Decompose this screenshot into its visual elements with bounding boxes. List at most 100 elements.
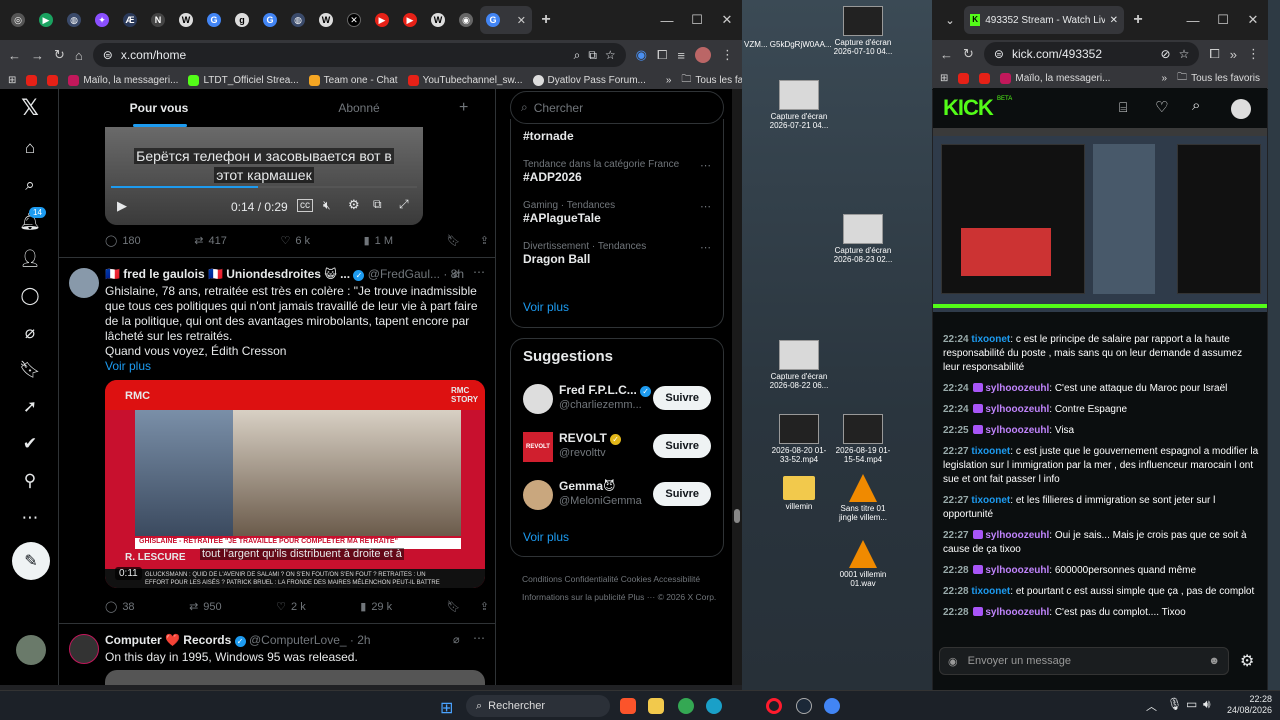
maximize-button[interactable]: ☐ [682,12,712,28]
follow-button[interactable]: Suivre [653,482,711,506]
new-tab-button[interactable]: + [532,6,560,34]
back-icon[interactable]: ← [8,48,21,63]
desktop-vlc-file[interactable]: Sans titre 01 jingle villem... [832,474,894,522]
reply-button[interactable]: ◯ 180 [105,234,141,248]
grok-icon[interactable]: ⌀ [453,267,460,280]
file-explorer-icon[interactable] [648,698,664,714]
post3-time[interactable]: · 2h [350,633,371,647]
post3-author[interactable]: Computer ❤️ Records [105,633,231,647]
messages-nav-icon[interactable]: ◯ [19,285,41,307]
apps-icon[interactable]: ⊞ [8,75,16,86]
post-2[interactable]: 🇫🇷 fred le gaulois 🇫🇷 Uniondesdroites 😺 … [59,258,495,618]
trends-show-more[interactable]: Voir plus [523,300,569,314]
opera-icon[interactable] [766,698,782,714]
apps-icon[interactable]: ⊞ [940,73,948,84]
grok-icon[interactable]: ⌀ [453,633,460,646]
post2-handle[interactable]: @FredGaul... [368,267,440,281]
forward-icon[interactable]: → [31,48,44,63]
post2-more-icon[interactable]: ⋯ [473,265,485,279]
tab-11[interactable]: ◍ [284,6,312,34]
share-icon[interactable]: ⇪ [480,600,489,613]
views-button[interactable]: ▮ 1 M [364,234,393,248]
close-window-button[interactable]: ✕ [712,12,742,28]
address-bar[interactable]: ⊜ kick.com/493352 ⊘ ☆ [983,42,1200,66]
desktop-folder[interactable]: villemin [768,476,830,511]
verified-nav-icon[interactable]: ✔ [19,433,41,455]
tab-15[interactable]: ▶ [396,6,424,34]
compose-post-button[interactable]: ✎ [12,542,50,580]
puzzle-icon[interactable]: ⧠ [1209,46,1219,62]
bookmark-icon[interactable]: 🔖︎ [447,234,461,247]
trend-more-icon[interactable]: ⋯ [700,159,711,172]
edge-icon[interactable] [706,698,722,714]
taskbar-search[interactable]: ⌕ Rechercher [466,695,610,717]
tab-13[interactable]: ✕ [340,6,368,34]
tab-list-icon[interactable]: ⌄ [936,6,964,34]
all-bookmarks-folder[interactable]: 🗀Tous les favoris [681,72,742,89]
tab-2[interactable]: ▶ [32,6,60,34]
close-tab-icon[interactable]: ✕ [1110,15,1118,26]
chat-username[interactable]: tixoonet [971,334,1010,345]
page-scrollbar[interactable] [732,89,742,685]
suggestion-1[interactable]: Fred F.P.L.C... ✓ @charliezemm... Suivre [511,382,723,422]
microphone-icon[interactable]: 🎙︎ [1167,697,1182,711]
extension-icon[interactable]: ◉ [636,47,647,63]
tab-1[interactable]: ◎ [4,6,32,34]
zoom-icon[interactable]: ⌕ [574,48,581,63]
tab-10[interactable]: G [256,6,284,34]
follow-button[interactable]: Suivre [653,434,711,458]
chat-input[interactable]: ◉ Envoyer un message ☻ [939,647,1229,675]
tab-17[interactable]: ◉ [452,6,480,34]
trend-item[interactable]: Gaming · Tendances #APlagueTale ⋯ [511,200,723,225]
desktop-file[interactable]: 2026-08-19 01-15-54.mp4 [832,414,894,464]
chat-username[interactable]: tixoonet [971,495,1010,506]
chat-username[interactable]: sylhooozeuhl [985,404,1049,415]
add-tab-icon[interactable]: + [459,99,468,117]
desktop-file[interactable]: Capture d'écran 2026-07-10 04... [832,6,894,56]
home-icon[interactable]: ⌂ [75,48,83,63]
post2-author[interactable]: 🇫🇷 fred le gaulois 🇫🇷 Uniondesdroites 😺 … [105,267,350,281]
mute-icon[interactable]: 🔇︎ [323,198,331,213]
tab-8[interactable]: G [200,6,228,34]
following-heart-icon[interactable]: ♡ [1155,98,1168,116]
tab-active-x[interactable]: G ✕ [480,6,532,34]
home-nav-icon[interactable]: ⌂ [19,137,41,159]
follow-button[interactable]: Suivre [653,386,711,410]
clock[interactable]: 22:28 24/08/2026 [1222,694,1272,716]
post2-show-more[interactable]: Voir plus [105,359,151,373]
video-player-1[interactable]: Берётся телефон и засовывается вот в это… [105,127,423,225]
desktop-file[interactable]: Capture d'écran 2026-07-21 04... [768,80,830,130]
desktop-file[interactable]: 2026-08-20 01-33-52.mp4 [768,414,830,464]
post-3[interactable]: Computer ❤️ Records ✓ @ComputerLove_ · 2… [59,624,495,685]
windows-start-icon[interactable]: ⊞ [440,698,453,718]
bookmarks-overflow-icon[interactable]: » [666,75,672,86]
tab-4[interactable]: ✦ [88,6,116,34]
chrome-icon[interactable] [678,698,694,714]
repost-button[interactable]: ⇄ 417 [194,234,227,248]
profile-avatar[interactable] [695,47,711,63]
bookmark-mailo[interactable]: Maïlo, la messageri... [1000,73,1110,84]
star-icon[interactable]: ☆ [605,48,616,62]
bookmark-teamone[interactable]: Team one - Chat [308,75,398,86]
chat-settings-icon[interactable]: ⚙ [1240,651,1254,671]
bookmark-yt2[interactable] [47,75,59,86]
premium-nav-icon[interactable]: ➚ [19,396,41,418]
bookmark-mailo[interactable]: Maïlo, la messageri... [68,75,178,86]
steam-icon[interactable] [796,698,812,714]
menu-icon[interactable]: ⋮ [721,47,734,63]
tab-7[interactable]: W [172,6,200,34]
desktop-vlc-file[interactable]: 0001 villemin 01.wav [832,540,894,588]
search-icon[interactable]: ⌕ [1192,97,1200,114]
explore-nav-icon[interactable]: ⌕ [19,174,41,196]
trend-more-icon[interactable]: ⋯ [700,200,711,213]
overflow-icon[interactable]: » [1230,47,1237,62]
back-icon[interactable]: ← [940,47,953,62]
trend-more-icon[interactable]: ⋯ [700,241,711,254]
chat-username[interactable]: tixoonet [971,586,1010,597]
minimize-button[interactable]: — [652,13,682,28]
video-player-2[interactable]: RMC RMC STORY GHISLAINE - RETRAITÉE "JE T… [105,380,485,588]
like-button[interactable]: ♡ 6 k [280,234,310,248]
stream-video[interactable] [933,128,1267,312]
chat-username[interactable]: sylhooozeuhl [985,383,1049,394]
tab-for-you[interactable]: Pour vous [59,89,259,127]
